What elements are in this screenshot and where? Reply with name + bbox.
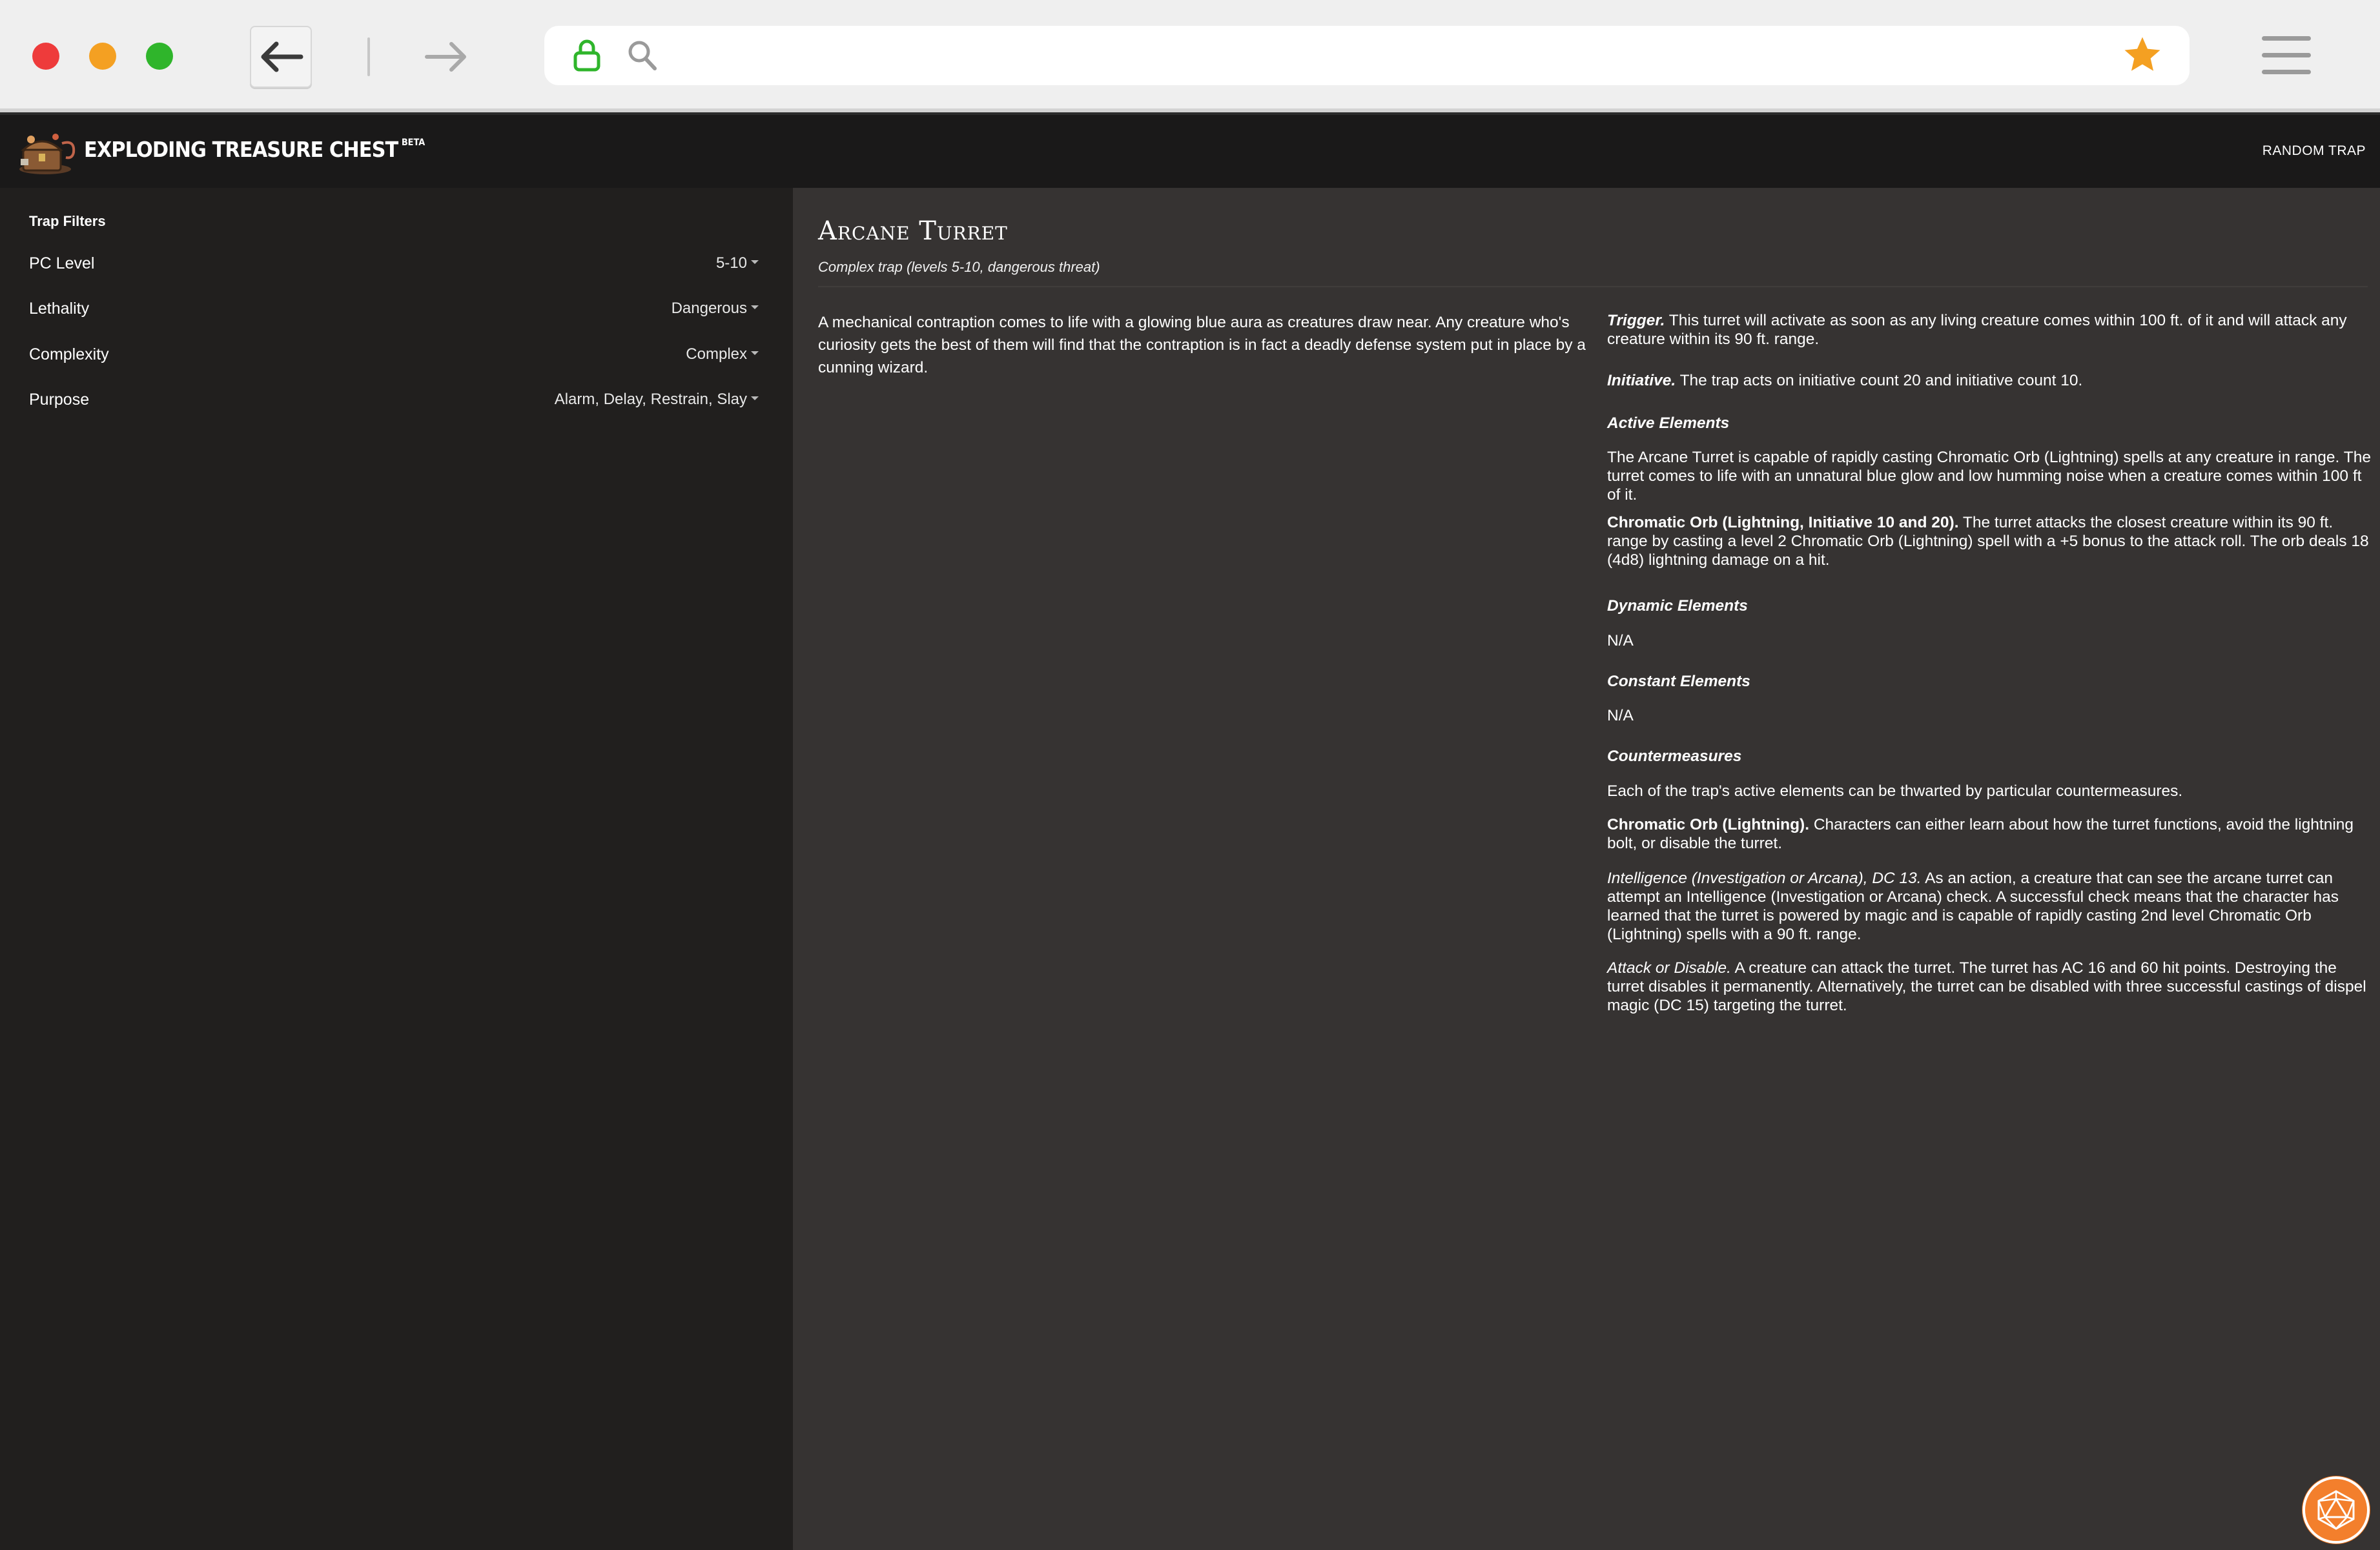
- trap-description: A mechanical contraption comes to life w…: [818, 314, 1586, 376]
- filter-select-lethality[interactable]: Dangerous: [672, 300, 759, 318]
- filter-purpose[interactable]: Purpose Alarm, Delay, Restrain, Slay: [29, 387, 759, 413]
- random-trap-link[interactable]: RANDOM TRAP: [2262, 143, 2366, 159]
- window-close-button[interactable]: [32, 43, 59, 70]
- lock-icon: [573, 39, 600, 72]
- caret-down-icon: [751, 396, 759, 400]
- filters-title: Trap Filters: [29, 213, 106, 229]
- caret-down-icon: [751, 351, 759, 355]
- filters-sidebar: Trap Filters PC Level 5-10 Lethality Dan…: [0, 188, 793, 1550]
- trap-subtitle: Complex trap (levels 5-10, dangerous thr…: [818, 259, 1100, 275]
- constant-elements-heading: Constant Elements: [1607, 673, 1750, 690]
- brand-name: EXPLODING TREASURE CHEST: [84, 137, 398, 162]
- dynamic-elements-heading: Dynamic Elements: [1607, 597, 1748, 615]
- caret-down-icon: [751, 305, 759, 309]
- brand-title[interactable]: EXPLODING TREASURE CHEST BETA: [84, 137, 425, 162]
- attack-disable-label: Attack or Disable.: [1607, 959, 1731, 977]
- trigger-paragraph: Trigger. This turret will activate as so…: [1607, 311, 2372, 349]
- bookmark-star-icon[interactable]: [2121, 34, 2164, 76]
- intelligence-check-label: Intelligence (Investigation or Arcana), …: [1607, 870, 1922, 887]
- constant-elements-text: N/A: [1607, 707, 1634, 724]
- filter-pc-level[interactable]: PC Level 5-10: [29, 250, 759, 276]
- trap-title: Arcane Turret: [818, 216, 1008, 246]
- back-button[interactable]: [250, 26, 312, 88]
- d20-icon: [2317, 1490, 2355, 1530]
- filter-value: Complex: [686, 345, 747, 363]
- filter-value: Alarm, Delay, Restrain, Slay: [554, 391, 747, 408]
- app-header: EXPLODING TREASURE CHEST BETA RANDOM TRAP: [0, 112, 2380, 188]
- filter-select-pc-level[interactable]: 5-10: [716, 254, 759, 272]
- counter-orb-label: Chromatic Orb (Lightning).: [1607, 816, 1810, 833]
- initiative-label: Initiative.: [1607, 372, 1676, 389]
- active-elements-heading: Active Elements: [1607, 414, 1730, 432]
- chromatic-orb-label: Chromatic Orb (Lightning, Initiative 10 …: [1607, 514, 1959, 531]
- dynamic-elements-text: N/A: [1607, 632, 1634, 649]
- roll-dice-button[interactable]: [2303, 1476, 2370, 1544]
- arrow-right-icon: [425, 42, 466, 72]
- nav-separator: [367, 37, 370, 76]
- treasure-chest-logo-icon[interactable]: [17, 130, 79, 177]
- title-divider: [818, 286, 2368, 287]
- filter-select-purpose[interactable]: Alarm, Delay, Restrain, Slay: [555, 391, 759, 409]
- arrow-left-icon: [261, 41, 303, 72]
- browser-menu-button[interactable]: [2262, 36, 2311, 75]
- active-elements-text: The Arcane Turret is capable of rapidly …: [1607, 449, 2371, 504]
- filter-value: 5-10: [715, 254, 747, 272]
- address-bar[interactable]: [544, 26, 2190, 85]
- intelligence-check-paragraph: Intelligence (Investigation or Arcana), …: [1607, 869, 2372, 944]
- countermeasures-heading: Countermeasures: [1607, 748, 1742, 765]
- filter-select-complexity[interactable]: Complex: [686, 345, 759, 363]
- filter-value: Dangerous: [671, 300, 747, 317]
- beta-badge: BETA: [401, 138, 426, 148]
- filter-label: Complexity: [29, 345, 109, 363]
- caret-down-icon: [751, 260, 759, 264]
- window-maximize-button[interactable]: [146, 43, 173, 70]
- filter-complexity[interactable]: Complexity Complex: [29, 342, 759, 367]
- filter-label: Lethality: [29, 300, 90, 318]
- search-icon: [628, 41, 657, 70]
- filter-lethality[interactable]: Lethality Dangerous: [29, 296, 759, 321]
- forward-button[interactable]: [416, 26, 478, 88]
- window-minimize-button[interactable]: [89, 43, 116, 70]
- trigger-text: This turret will activate as soon as any…: [1607, 312, 2347, 348]
- browser-toolbar: [0, 0, 2380, 112]
- initiative-text: The trap acts on initiative count 20 and…: [1679, 372, 2083, 389]
- filter-label: Purpose: [29, 391, 90, 409]
- chromatic-orb-paragraph: Chromatic Orb (Lightning, Initiative 10 …: [1607, 513, 2372, 569]
- filter-label: PC Level: [29, 254, 95, 272]
- countermeasures-text: Each of the trap's active elements can b…: [1607, 782, 2183, 800]
- url-input[interactable]: [667, 40, 2090, 72]
- initiative-paragraph: Initiative. The trap acts on initiative …: [1607, 371, 2372, 390]
- counter-orb-paragraph: Chromatic Orb (Lightning). Characters ca…: [1607, 815, 2372, 853]
- trap-detail-panel: Arcane Turret Complex trap (levels 5-10,…: [793, 188, 2380, 1550]
- attack-disable-paragraph: Attack or Disable. A creature can attack…: [1607, 959, 2372, 1015]
- trigger-label: Trigger.: [1607, 312, 1665, 329]
